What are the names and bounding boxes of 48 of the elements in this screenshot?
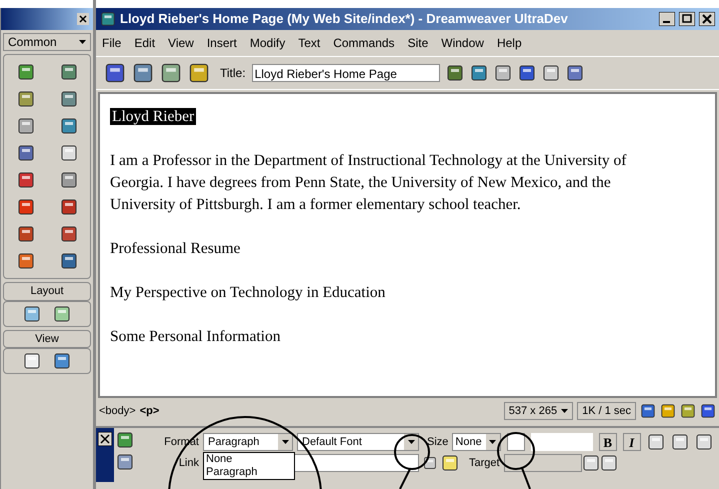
- caret-icon: [79, 40, 86, 44]
- menu-item[interactable]: Insert: [206, 34, 237, 52]
- window-title: Lloyd Rieber's Home Page (My Web Site/index*) - Dreamweaver UltraDev: [120, 10, 569, 28]
- section-label: View: [3, 330, 91, 348]
- menu-item[interactable]: View: [168, 34, 194, 52]
- dropdown-option[interactable]: Paragraph: [204, 466, 294, 479]
- italic-button[interactable]: I: [622, 433, 641, 451]
- color-field[interactable]: [530, 433, 593, 451]
- menu-item[interactable]: Window: [441, 34, 484, 52]
- dropdown-option[interactable]: None: [204, 453, 294, 466]
- bold-button[interactable]: B: [598, 433, 617, 451]
- menu-item[interactable]: Commands: [333, 34, 395, 52]
- size-dropdown[interactable]: None: [452, 433, 501, 451]
- menu-item[interactable]: Edit: [134, 34, 156, 52]
- close-icon[interactable]: [699, 12, 715, 26]
- menu-item[interactable]: Help: [496, 34, 522, 52]
- window-size-menu[interactable]: 537 x 265: [504, 402, 574, 420]
- link-label: Link: [178, 456, 200, 471]
- format-dropdown[interactable]: Paragraph: [203, 433, 293, 451]
- menu-item[interactable]: Text: [298, 34, 320, 52]
- category-dropdown[interactable]: Common: [3, 33, 91, 51]
- close-icon[interactable]: [77, 13, 89, 25]
- caret-icon: [408, 440, 414, 444]
- caret-icon: [282, 440, 288, 444]
- size-label: Size: [426, 434, 450, 450]
- title-label: Title:: [220, 65, 246, 82]
- heading-text: Lloyd Rieber: [110, 108, 196, 125]
- caret-icon: [561, 409, 568, 413]
- maximize-icon[interactable]: [679, 12, 695, 26]
- download-time: 1K / 1 sec: [577, 402, 636, 420]
- tag-selector[interactable]: <body>: [99, 402, 136, 420]
- tag-selector[interactable]: <p>: [140, 402, 500, 420]
- link-text[interactable]: My Perspective on Technology in Education: [110, 282, 705, 304]
- link-text[interactable]: Some Personal Information: [110, 326, 705, 348]
- menu-item[interactable]: Site: [408, 34, 428, 52]
- font-dropdown[interactable]: Default Font: [297, 433, 419, 451]
- target-dropdown[interactable]: [504, 454, 582, 472]
- menu-item[interactable]: Modify: [250, 34, 286, 52]
- close-icon[interactable]: [98, 432, 112, 446]
- title-field[interactable]: Lloyd Rieber's Home Page: [252, 64, 440, 82]
- caret-icon: [489, 440, 496, 444]
- target-label: Target: [468, 456, 501, 471]
- menu-item[interactable]: File: [102, 34, 122, 52]
- link-text[interactable]: Professional Resume: [110, 238, 705, 260]
- section-label: Layout: [3, 282, 91, 300]
- color-swatch[interactable]: [506, 433, 525, 451]
- paragraph-text: I am a Professor in the Department of Instructional Technology at the University of Georgia. I have degrees from Penn State, the University of New Mexico, and the University of Pittsburgh. I am a former elementary school teacher.: [110, 151, 628, 215]
- minimize-icon[interactable]: [659, 12, 675, 26]
